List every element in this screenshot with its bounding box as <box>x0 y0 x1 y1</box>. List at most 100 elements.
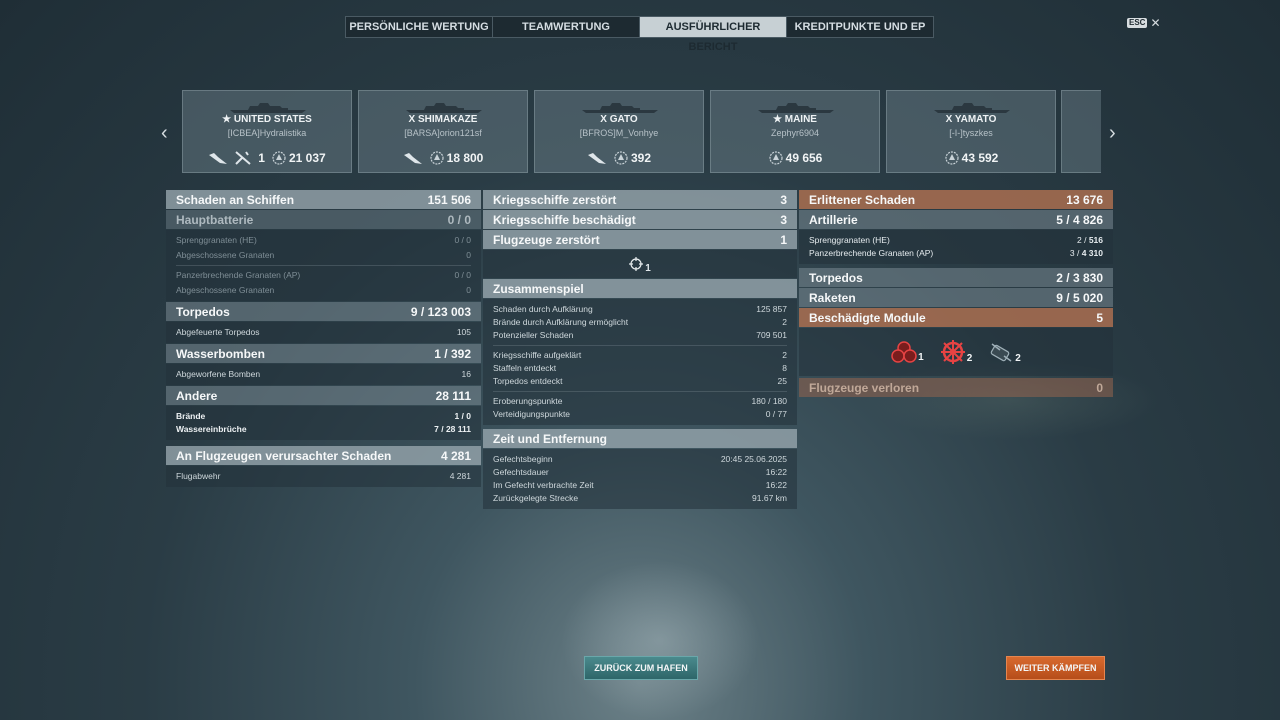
damage-stat: 18 800 <box>429 150 483 166</box>
damage-ribbon-icon <box>272 151 286 165</box>
value: 3 <box>780 192 787 207</box>
ship-card[interactable]: X SHIMAKAZE [BARSA]orion121sf 18 800 <box>358 90 528 173</box>
main-battery-header: Hauptbatterie 0 / 0 <box>166 210 481 229</box>
value: 5 / 4 826 <box>1056 213 1103 227</box>
damage-value: 43 592 <box>961 151 999 165</box>
player-name: [BARSA]orion121sf <box>404 128 482 138</box>
ships-damaged-header: Kriegsschiffe beschädigt 3 <box>483 210 797 229</box>
ribbon <box>234 151 252 165</box>
label: Torpedos entdeckt <box>493 376 563 386</box>
label: Abgeschossene Granaten <box>176 285 275 295</box>
label: Flugzeuge verloren <box>809 380 920 395</box>
value: 2 <box>782 350 787 360</box>
ship-card[interactable]: X GATO [BFROS]M_Vonhye 392 <box>534 90 704 173</box>
damage-value: 21 037 <box>288 151 326 165</box>
value-part: 5 020 <box>1072 290 1103 305</box>
close-button[interactable]: ESC ✕ <box>1127 17 1161 29</box>
label: Sprenggranaten (HE) <box>809 235 890 245</box>
label: Im Gefecht verbrachte Zeit <box>493 480 594 490</box>
background-glow <box>560 560 760 720</box>
value-part: 3 / <box>1069 248 1082 258</box>
torpedo-details: Abgefeuerte Torpedos 105 <box>166 322 481 343</box>
value-part: 9 / <box>410 304 428 319</box>
damage-stat: 392 <box>613 150 651 166</box>
tab-team-score[interactable]: TEAMWERTUNG <box>493 17 640 37</box>
damage-stat: 21 037 <box>271 150 326 166</box>
achievements-column: Kriegsschiffe zerstört 3 Kriegsschiffe b… <box>483 190 797 510</box>
engine-module-count: 2 <box>1015 353 1021 364</box>
ship-card-partial[interactable] <box>1061 90 1101 173</box>
value: 7 / 28 111 <box>434 423 471 436</box>
damaged-modules-header: Beschädigte Module 5 <box>799 308 1113 327</box>
value-part: 4 826 <box>1072 212 1103 227</box>
label: Staffeln entdeckt <box>493 363 557 373</box>
value: 0 <box>466 285 471 295</box>
value: 1 / 0 <box>454 411 471 421</box>
value: 0 <box>466 250 471 260</box>
stat-row: Panzerbrechende Granaten (AP) 0 / 0 <box>176 265 471 282</box>
value: 91.67 km <box>752 493 787 503</box>
value: 5 <box>1096 310 1103 325</box>
value: 28 111 <box>435 388 471 403</box>
ship-name: X GATO <box>600 114 638 125</box>
label: Gefechtsbeginn <box>493 454 553 464</box>
value-part: 28 111 <box>445 424 471 434</box>
main-battery-details: Sprenggranaten (HE) 0 / 0 Abgeschossene G… <box>166 230 481 301</box>
tab-credits-xp[interactable]: KREDITPUNKTE UND EP <box>787 17 933 37</box>
planes-lost-header: Flugzeuge verloren 0 <box>799 378 1113 397</box>
label: Flugabwehr <box>176 471 221 481</box>
tab-detailed-report[interactable]: AUSFÜHRLICHER BERICHT <box>640 17 787 53</box>
ship-name: X YAMATO <box>945 114 997 125</box>
value: 13 676 <box>1066 192 1103 207</box>
label: Kriegsschiffe beschädigt <box>493 212 636 227</box>
value: 1 / 392 <box>434 346 471 361</box>
label: Wasserbomben <box>176 346 265 361</box>
label: Zeit und Entfernung <box>493 431 607 446</box>
label: Panzerbrechende Granaten (AP) <box>809 248 934 258</box>
label: Artillerie <box>809 212 858 227</box>
label: Hauptbatterie <box>176 212 254 227</box>
stat-row: Abgeworfene Bomben 16 <box>176 368 471 381</box>
label: Sprenggranaten (HE) <box>176 235 257 245</box>
label: Andere <box>176 388 218 403</box>
crosshair-ribbon: 1 <box>483 250 797 278</box>
back-to-port-button[interactable]: ZURÜCK ZUM HAFEN <box>584 656 698 680</box>
fire-module-count: 1 <box>918 352 924 363</box>
carousel-prev-button[interactable]: ‹ <box>161 122 168 145</box>
ship-silhouette-icon <box>230 103 306 113</box>
ship-card[interactable]: ★ MAINE Zephyr6904 49 656 <box>710 90 880 173</box>
received-damage-header: Erlittener Schaden 13 676 <box>799 190 1113 209</box>
label: Schaden an Schiffen <box>176 192 295 207</box>
ship-stats: 1 21 037 <box>183 150 351 166</box>
steering-gear-icon <box>940 340 965 364</box>
stat-row: Schaden durch Aufklärung 125 857 <box>493 303 787 316</box>
tab-personal-score[interactable]: PERSÖNLICHE WERTUNG <box>346 17 493 37</box>
ship-card[interactable]: X YAMATO [-I-]tyszkes 43 592 <box>886 90 1056 173</box>
label: Brände durch Aufklärung ermöglicht <box>493 317 629 327</box>
value: 125 857 <box>756 304 787 314</box>
ship-silhouette-icon <box>934 103 1010 113</box>
engine-icon <box>990 343 1012 362</box>
value: 0 / 0 <box>454 270 471 280</box>
stat-row: Gefechtsdauer 16:22 <box>493 466 787 479</box>
value-part: 9 / <box>1056 290 1073 305</box>
stat-row: Panzerbrechende Granaten (AP) 3 / 4 310 <box>809 247 1103 260</box>
ship-silhouette-icon <box>406 103 482 113</box>
value: 2 / 3 830 <box>1056 271 1103 285</box>
player-name: [-I-]tyszkes <box>949 128 993 138</box>
ribbon <box>587 151 607 165</box>
stat-row: Potenzieller Schaden 709 501 <box>493 329 787 342</box>
report-tabs: PERSÖNLICHE WERTUNG TEAMWERTUNG AUSFÜHRL… <box>345 16 934 53</box>
label: Abgeworfene Bomben <box>176 369 261 379</box>
teamwork-header: Zusammenspiel <box>483 279 797 298</box>
value: 2 / 516 <box>1077 234 1103 247</box>
plane-icon <box>587 153 606 164</box>
value: 4 281 <box>449 471 471 481</box>
value: 0 <box>1096 380 1103 395</box>
label: Torpedos <box>809 270 863 285</box>
ship-card[interactable]: ★ UNITED STATES [ICBEA]Hydralistika 1 21 03… <box>182 90 352 173</box>
carousel-next-button[interactable]: › <box>1109 122 1116 145</box>
damage-value: 49 656 <box>785 151 823 165</box>
value: 3 <box>780 212 787 227</box>
continue-fighting-button[interactable]: WEITER KÄMPFEN <box>1006 656 1105 680</box>
